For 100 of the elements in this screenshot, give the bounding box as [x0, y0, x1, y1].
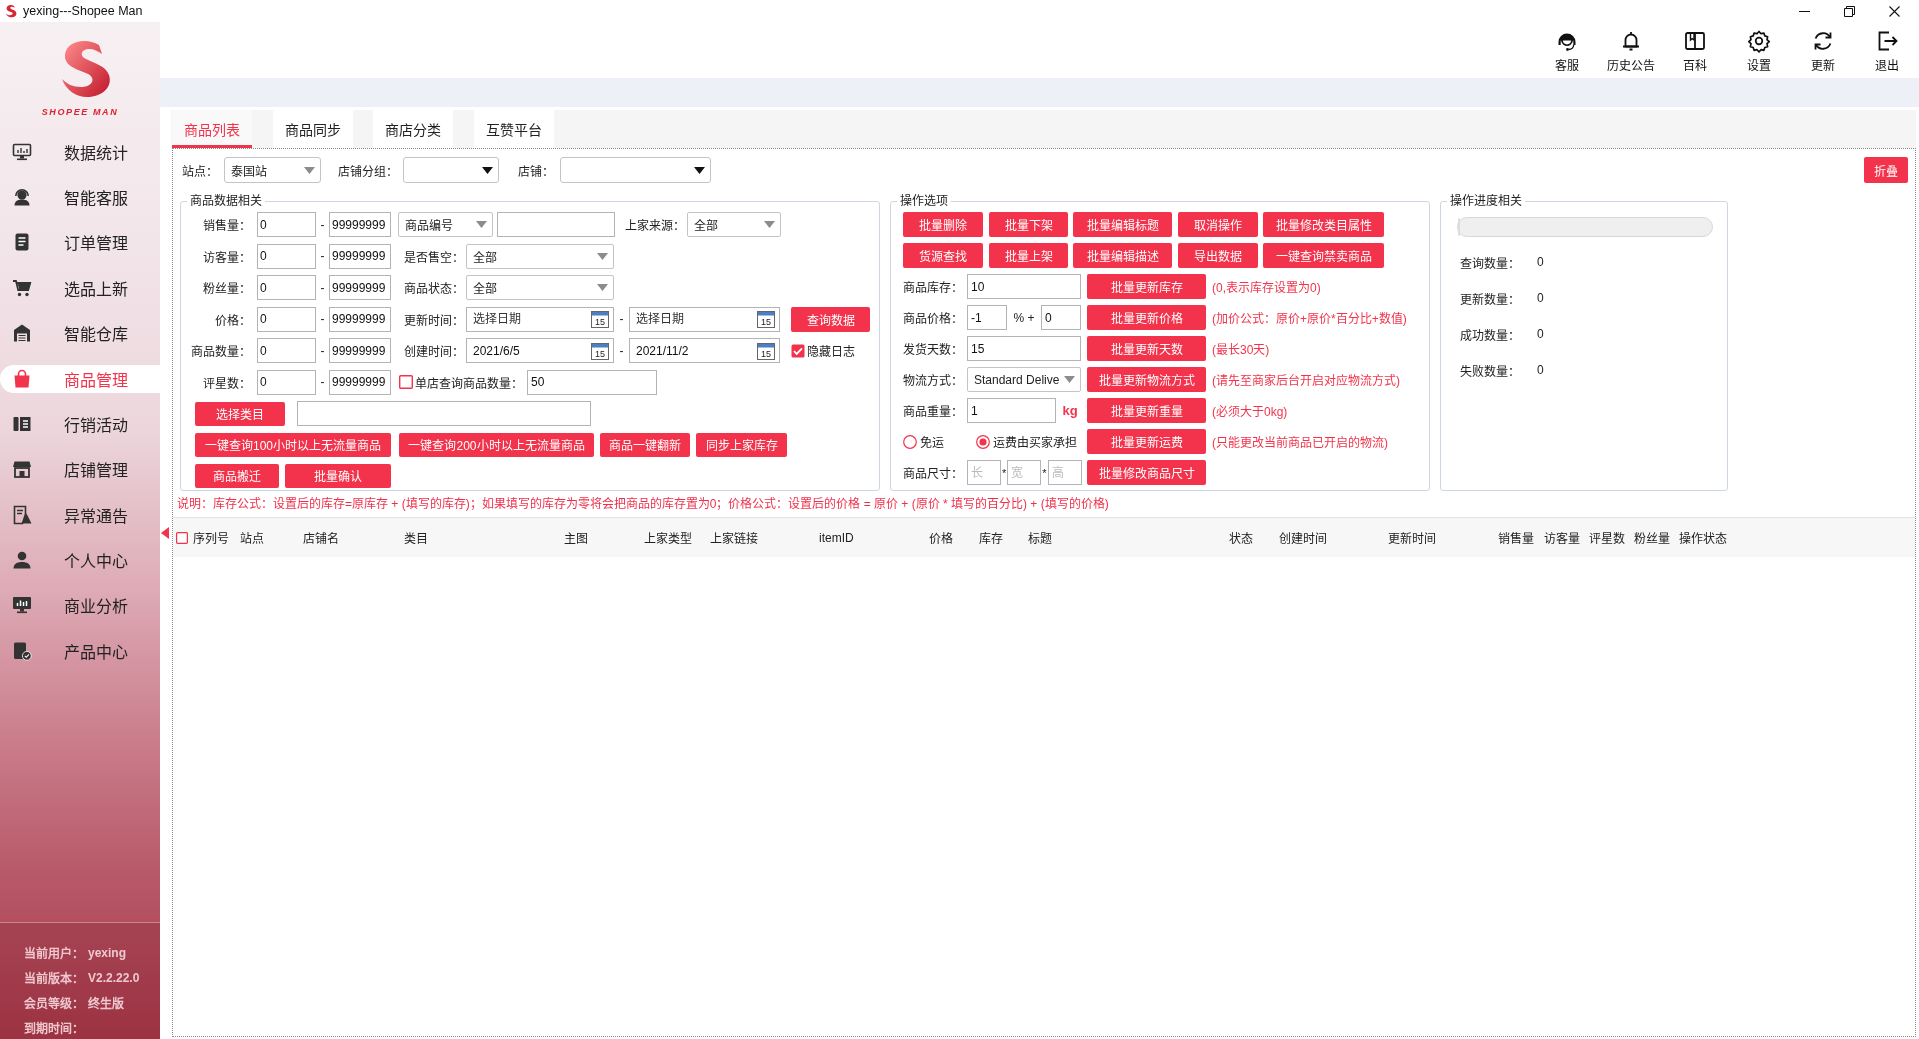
text-field[interactable]: 10 [967, 274, 1081, 299]
text-field[interactable] [297, 401, 591, 426]
action-button[interactable]: 批量确认 [285, 463, 391, 488]
sidebar-item[interactable]: 异常通告 [0, 500, 160, 529]
dropdown[interactable]: 全部 [466, 243, 614, 269]
site-dropdown[interactable]: 泰国站 [224, 157, 321, 183]
size-field[interactable]: 高 [1047, 460, 1082, 485]
query-button[interactable]: 查询数据 [791, 306, 870, 332]
action-button[interactable]: 货源查找 [903, 243, 983, 268]
number-field[interactable]: 0 [1041, 305, 1081, 330]
checkbox[interactable] [176, 531, 188, 544]
date-input[interactable]: 2021/11/2 [630, 340, 757, 362]
dropdown[interactable]: 商品编号 [398, 212, 493, 238]
update-button[interactable]: 批量更新重量 [1087, 398, 1206, 423]
number-field[interactable]: 0 [257, 306, 316, 332]
update-button[interactable]: 批量更新库存 [1087, 274, 1206, 299]
hint-text: (加价公式：原价+原价*百分比+数值) [1212, 311, 1407, 326]
field-label: 上家来源： [625, 218, 685, 234]
category-button[interactable]: 选择类目 [195, 401, 285, 426]
dropdown[interactable]: 全部 [687, 212, 781, 238]
sidebar-item[interactable]: 行销活动 [0, 409, 160, 438]
toolbar-button[interactable]: 百科 [1663, 22, 1727, 76]
number-field[interactable]: -1 [967, 305, 1007, 330]
minimize-icon [1799, 10, 1810, 12]
number-field[interactable]: 99999999 [329, 306, 391, 332]
toolbar-button[interactable]: 更新 [1791, 22, 1855, 76]
date-picker[interactable]: 选择日期 15 [466, 306, 614, 332]
action-button[interactable]: 导出数据 [1178, 243, 1258, 268]
number-field[interactable]: 0 [257, 338, 316, 364]
action-button[interactable]: 商品一键翻新 [600, 432, 690, 457]
hint-text: (最长30天) [1212, 342, 1270, 357]
action-button[interactable]: 一键查询200小时以上无流量商品 [399, 432, 594, 457]
field-label: 店铺： [518, 163, 555, 179]
update-button[interactable]: 批量更新天数 [1087, 336, 1206, 361]
tab[interactable]: 商品同步 [272, 110, 353, 148]
toolbar-button[interactable]: 客服 [1535, 22, 1599, 76]
tab[interactable]: 互赞平台 [473, 110, 554, 148]
action-button[interactable]: 批量上架 [989, 243, 1068, 268]
action-button[interactable]: 批量删除 [903, 212, 983, 237]
text-field[interactable] [497, 212, 615, 238]
date-input[interactable]: 选择日期 [467, 308, 591, 330]
sidebar-item[interactable]: 订单管理 [0, 228, 160, 257]
number-field[interactable]: 50 [527, 369, 657, 395]
number-field[interactable]: 0 [257, 275, 316, 301]
update-button[interactable]: 批量修改商品尺寸 [1087, 460, 1206, 485]
action-button[interactable]: 批量编辑标题 [1073, 212, 1172, 237]
number-field[interactable]: 99999999 [329, 275, 391, 301]
checkbox[interactable] [399, 375, 413, 390]
group-title: 操作选项 [897, 194, 951, 209]
action-button[interactable]: 同步上家库存 [696, 432, 787, 457]
checkbox[interactable] [791, 343, 805, 358]
stat-value: 0 [1537, 291, 1544, 305]
calendar-icon: 15 [591, 341, 609, 360]
radio-button[interactable] [976, 434, 990, 449]
action-button[interactable]: 批量修改类目属性 [1263, 212, 1384, 237]
date-picker[interactable]: 2021/6/5 15 [466, 338, 614, 364]
number-field[interactable]: 0 [257, 369, 316, 395]
sidebar-item[interactable]: 店铺管理 [0, 455, 160, 484]
update-button[interactable]: 批量更新运费 [1087, 429, 1206, 454]
sidebar-item[interactable]: 商业分析 [0, 591, 160, 620]
sidebar-item[interactable]: 产品中心 [0, 636, 160, 665]
size-field[interactable]: 长 [967, 460, 1001, 485]
number-field[interactable]: 0 [257, 243, 316, 269]
update-button[interactable]: 批量更新物流方式 [1087, 367, 1206, 392]
collapse-button[interactable]: 折叠 [1864, 157, 1908, 183]
tab[interactable]: 商品列表 [172, 110, 252, 148]
sidebar-item[interactable]: 数据统计 [0, 137, 160, 166]
toolbar-button[interactable]: 历史公告 [1599, 22, 1663, 76]
text-field[interactable]: 15 [967, 336, 1081, 361]
sidebar-item[interactable]: 商品管理 [0, 364, 160, 393]
radio-label: 免运 [920, 435, 944, 450]
sidebar-item[interactable]: 个人中心 [0, 546, 160, 575]
number-field[interactable]: 99999999 [329, 369, 391, 395]
date-picker[interactable]: 选择日期 15 [629, 306, 780, 332]
action-button[interactable]: 商品搬迁 [195, 463, 279, 488]
size-field[interactable]: 宽 [1007, 460, 1042, 485]
sidebar-item[interactable]: 智能仓库 [0, 319, 160, 348]
action-button[interactable]: 取消操作 [1178, 212, 1258, 237]
dropdown[interactable]: Standard Delive [967, 367, 1081, 392]
toolbar-button[interactable]: 退出 [1855, 22, 1919, 76]
dropdown[interactable]: 全部 [466, 275, 614, 301]
number-field[interactable]: 99999999 [329, 243, 391, 269]
sidebar-item[interactable]: 选品上新 [0, 273, 160, 302]
date-picker[interactable]: 2021/11/2 15 [629, 338, 780, 364]
action-button[interactable]: 批量编辑描述 [1073, 243, 1172, 268]
toolbar-button[interactable]: 设置 [1727, 22, 1791, 76]
sidebar-item[interactable]: 智能客服 [0, 183, 160, 212]
action-button[interactable]: 批量下架 [989, 212, 1068, 237]
date-input[interactable]: 选择日期 [630, 308, 757, 330]
date-input[interactable]: 2021/6/5 [467, 340, 591, 362]
tab[interactable]: 商店分类 [373, 110, 453, 148]
column-header: 评星数 [1589, 531, 1626, 546]
text-field[interactable]: 1 [967, 398, 1056, 423]
action-button[interactable]: 一键查询禁卖商品 [1263, 243, 1384, 268]
radio-button[interactable] [903, 434, 917, 449]
number-field[interactable]: 99999999 [329, 338, 391, 364]
update-button[interactable]: 批量更新价格 [1087, 305, 1206, 330]
number-field[interactable]: 0 [257, 212, 316, 238]
number-field[interactable]: 99999999 [329, 212, 391, 238]
action-button[interactable]: 一键查询100小时以上无流量商品 [195, 432, 391, 457]
